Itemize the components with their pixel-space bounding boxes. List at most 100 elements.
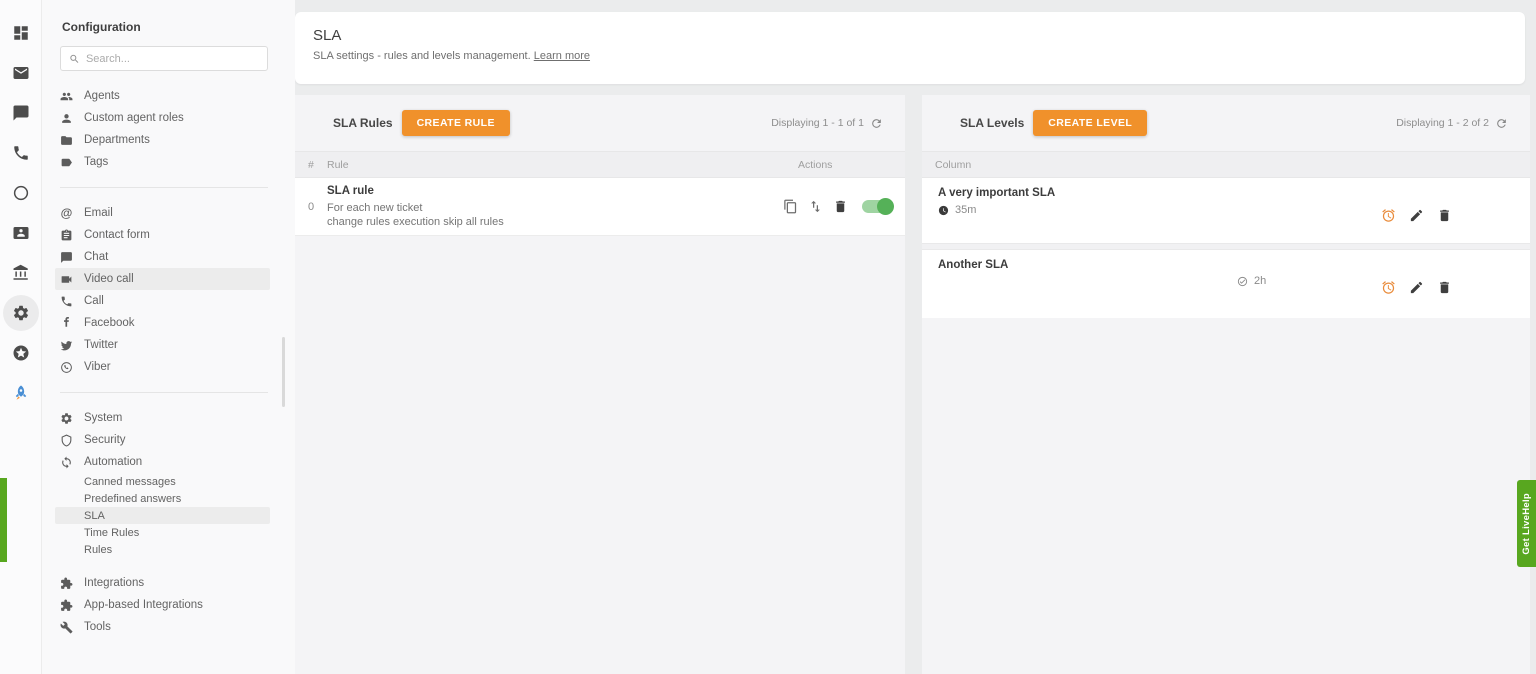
twitter-icon — [60, 339, 73, 352]
sidebar-item-security[interactable]: Security — [55, 429, 270, 451]
levels-table-header: Column — [922, 151, 1530, 178]
search-input[interactable] — [86, 53, 259, 65]
shield-icon — [60, 434, 73, 447]
create-rule-button[interactable]: CREATE RULE — [402, 110, 510, 136]
mail-icon[interactable] — [0, 53, 42, 93]
alarm-level-button[interactable] — [1380, 279, 1396, 295]
page-title: SLA — [313, 27, 1525, 44]
icon-rail — [0, 0, 42, 674]
viber-icon — [60, 361, 73, 374]
sidebar-item-agents[interactable]: Agents — [55, 85, 270, 107]
folder-icon — [60, 134, 73, 147]
levels-displaying-count: Displaying 1 - 2 of 2 — [1396, 117, 1508, 130]
reorder-rule-button[interactable] — [807, 199, 823, 215]
level-row[interactable]: Another SLA 2h — [922, 250, 1530, 318]
sidebar-item-automation[interactable]: Automation — [55, 451, 270, 473]
contact-card-icon[interactable] — [0, 213, 42, 253]
row-separator — [922, 243, 1530, 250]
sidebar-item-rules[interactable]: Rules — [55, 541, 270, 558]
sla-rules-title: SLA Rules — [333, 116, 393, 130]
sidebar-item-integrations[interactable]: Integrations — [55, 572, 270, 594]
circle-icon[interactable] — [0, 173, 42, 213]
chat-icon[interactable] — [0, 93, 42, 133]
phone-icon[interactable] — [0, 133, 42, 173]
refresh-icon[interactable] — [1495, 117, 1508, 130]
create-level-button[interactable]: CREATE LEVEL — [1033, 110, 1147, 136]
sla-levels-panel: SLA Levels CREATE LEVEL Displaying 1 - 2… — [922, 95, 1530, 674]
sidebar-item-email[interactable]: @Email — [55, 202, 270, 224]
sidebar-item-predefined-answers[interactable]: Predefined answers — [55, 490, 270, 507]
level-name: Another SLA — [938, 259, 1008, 271]
level-time: 2h — [1237, 275, 1266, 287]
sidebar-item-time-rules[interactable]: Time Rules — [55, 524, 270, 541]
sidebar-item-sla[interactable]: SLA — [55, 507, 270, 524]
rule-enabled-toggle[interactable] — [862, 200, 892, 213]
sync-icon — [60, 456, 73, 469]
at-icon: @ — [60, 206, 73, 220]
sidebar-item-chat[interactable]: Chat — [55, 246, 270, 268]
rule-name: SLA rule — [327, 184, 782, 198]
sidebar-item-tags[interactable]: Tags — [55, 151, 270, 173]
wrench-icon — [60, 621, 73, 634]
videocam-icon — [60, 273, 73, 286]
sidebar-item-departments[interactable]: Departments — [55, 129, 270, 151]
bank-icon[interactable] — [0, 253, 42, 293]
sidebar-search[interactable] — [60, 46, 268, 71]
copy-rule-button[interactable] — [782, 199, 798, 215]
puzzle-icon — [60, 599, 73, 612]
puzzle-icon — [60, 577, 73, 590]
rocket-icon[interactable] — [0, 373, 42, 413]
sidebar-item-viber[interactable]: Viber — [55, 356, 270, 378]
level-time: 35m — [938, 204, 976, 216]
sidebar-item-canned-messages[interactable]: Canned messages — [55, 473, 270, 490]
livehelp-tab-left[interactable] — [0, 478, 7, 562]
gear-icon — [60, 412, 73, 425]
sidebar-item-contact-form[interactable]: Contact form — [55, 224, 270, 246]
level-actions — [1380, 279, 1452, 295]
search-icon — [69, 53, 80, 65]
edit-level-button[interactable] — [1408, 279, 1424, 295]
rule-actions — [782, 199, 892, 215]
sla-levels-toolbar: SLA Levels CREATE LEVEL Displaying 1 - 2… — [922, 95, 1530, 151]
sidebar-item-system[interactable]: System — [55, 407, 270, 429]
app-window: Configuration Agents Custom agent roles … — [0, 0, 1536, 674]
settings-gear-icon[interactable] — [0, 293, 42, 333]
livehelp-tab[interactable]: Get LiveHelp — [1517, 480, 1536, 567]
person-icon — [60, 112, 73, 125]
sidebar-title: Configuration — [62, 20, 268, 34]
dashboard-icon[interactable] — [0, 13, 42, 53]
sidebar-item-custom-agent-roles[interactable]: Custom agent roles — [55, 107, 270, 129]
sidebar-item-video-call[interactable]: Video call — [55, 268, 270, 290]
sidebar-item-app-based-integrations[interactable]: App-based Integrations — [55, 594, 270, 616]
sidebar-item-facebook[interactable]: Facebook — [55, 312, 270, 334]
rule-row[interactable]: 0 SLA rule For each new ticket change ru… — [295, 178, 905, 236]
phone-icon — [60, 295, 73, 308]
sla-levels-title: SLA Levels — [960, 116, 1024, 130]
check-circle-icon — [1237, 276, 1248, 287]
delete-level-button[interactable] — [1436, 279, 1452, 295]
level-name: A very important SLA — [938, 187, 1055, 199]
sidebar-divider — [60, 187, 268, 188]
sidebar-item-call[interactable]: Call — [55, 290, 270, 312]
people-icon — [60, 90, 73, 103]
sidebar-item-twitter[interactable]: Twitter — [55, 334, 270, 356]
rule-order-number: 0 — [308, 201, 327, 213]
level-actions — [1380, 207, 1452, 223]
refresh-icon[interactable] — [870, 117, 883, 130]
rule-condition: For each new ticket — [327, 201, 782, 215]
clock-filled-icon — [938, 205, 949, 216]
rule-action-summary: change rules execution skip all rules — [327, 215, 782, 229]
rules-table-header: # Rule Actions — [295, 151, 905, 178]
level-row[interactable]: A very important SLA 35m — [922, 178, 1530, 243]
delete-level-button[interactable] — [1436, 207, 1452, 223]
page-header: SLA SLA settings - rules and levels mana… — [295, 12, 1525, 84]
form-icon — [60, 229, 73, 242]
star-circle-icon[interactable] — [0, 333, 42, 373]
delete-rule-button[interactable] — [832, 199, 848, 215]
facebook-icon — [60, 317, 73, 330]
edit-level-button[interactable] — [1408, 207, 1424, 223]
alarm-level-button[interactable] — [1380, 207, 1396, 223]
sidebar-item-tools[interactable]: Tools — [55, 616, 270, 638]
learn-more-link[interactable]: Learn more — [534, 50, 590, 62]
sidebar-scrollbar[interactable] — [282, 337, 285, 407]
